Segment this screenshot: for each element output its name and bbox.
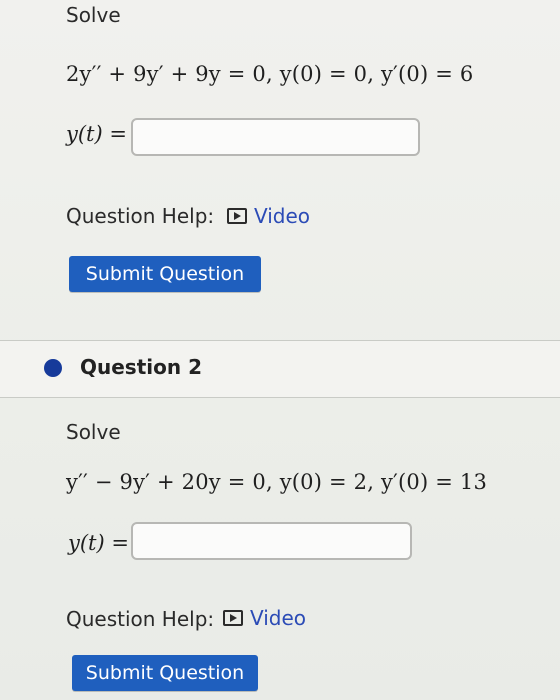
question-status-icon: [44, 359, 62, 377]
page: Solve 2y′′ + 9y′ + 9y = 0, y(0) = 0, y′(…: [0, 0, 560, 700]
question-1-answer-label: y(t) =: [66, 122, 127, 146]
question-1-equation: 2y′′ + 9y′ + 9y = 0, y(0) = 0, y′(0) = 6: [66, 62, 474, 86]
play-icon[interactable]: [223, 610, 243, 626]
question-1-instruction: Solve: [66, 3, 121, 27]
question-2-header: Question 2: [0, 341, 560, 397]
question-2-answer-input[interactable]: [131, 522, 412, 560]
question-1: Solve 2y′′ + 9y′ + 9y = 0, y(0) = 0, y′(…: [0, 0, 560, 330]
question-2-instruction: Solve: [66, 420, 121, 444]
question-2-submit-button[interactable]: Submit Question: [72, 655, 258, 691]
question-2-help-label: Question Help:: [66, 607, 215, 631]
question-1-answer-input[interactable]: [131, 118, 420, 156]
question-1-video-link[interactable]: Video: [254, 204, 310, 228]
question-1-submit-button[interactable]: Submit Question: [69, 256, 261, 292]
question-2: Solve y′′ − 9y′ + 20y = 0, y(0) = 2, y′(…: [0, 398, 560, 700]
question-2-equation: y′′ − 9y′ + 20y = 0, y(0) = 2, y′(0) = 1…: [66, 470, 488, 494]
question-2-answer-label: y(t) =: [68, 531, 129, 555]
question-2-title: Question 2: [80, 355, 202, 379]
play-icon[interactable]: [227, 208, 247, 224]
question-1-help-label: Question Help:: [66, 204, 215, 228]
question-2-video-link[interactable]: Video: [250, 606, 306, 630]
